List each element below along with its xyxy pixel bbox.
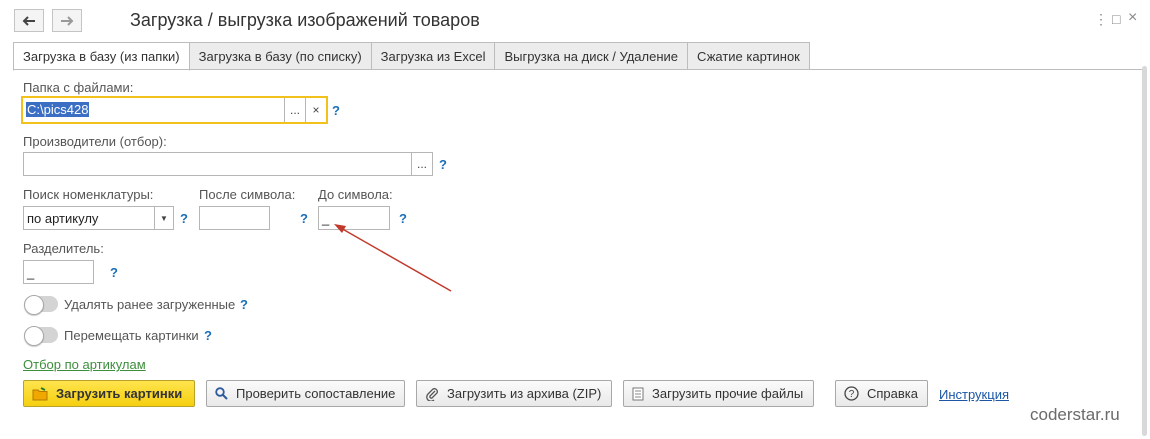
help-button[interactable]: ? Справка xyxy=(835,380,928,407)
load-other-files-button[interactable]: Загрузить прочие файлы xyxy=(623,380,814,407)
maximize-icon[interactable]: □ xyxy=(1112,11,1120,27)
help-label: Справка xyxy=(867,386,918,401)
instruction-link[interactable]: Инструкция xyxy=(939,387,1009,402)
window-title: Загрузка / выгрузка изображений товаров xyxy=(130,10,480,30)
load-other-files-label: Загрузить прочие файлы xyxy=(652,386,804,401)
load-zip-button[interactable]: Загрузить из архива (ZIP) xyxy=(416,380,612,407)
manufacturers-browse-button[interactable]: ... xyxy=(411,153,432,175)
tab-export-delete[interactable]: Выгрузка на диск / Удаление xyxy=(495,42,689,70)
load-zip-label: Загрузить из архива (ZIP) xyxy=(447,386,602,401)
separator-label: Разделитель: xyxy=(23,241,104,256)
tab-load-from-excel[interactable]: Загрузка из Excel xyxy=(371,42,496,70)
filter-by-sku-link[interactable]: Отбор по артикулам xyxy=(23,357,146,372)
after-symbol-label: После символа: xyxy=(199,187,296,202)
tab-load-by-list[interactable]: Загрузка в базу (по списку) xyxy=(189,42,372,70)
back-button[interactable] xyxy=(14,9,44,32)
vertical-scrollbar[interactable] xyxy=(1142,66,1147,436)
delete-previous-toggle[interactable] xyxy=(24,295,58,315)
search-icon xyxy=(215,387,228,400)
before-symbol-label: До символа: xyxy=(318,187,393,202)
chevron-down-icon[interactable]: ▼ xyxy=(154,207,173,229)
load-images-label: Загрузить картинки xyxy=(56,386,183,401)
folder-browse-button[interactable]: ... xyxy=(284,98,305,122)
separator-help-icon[interactable]: ? xyxy=(110,265,118,280)
before-symbol-field[interactable]: _ xyxy=(318,206,390,230)
forward-button[interactable] xyxy=(52,9,82,32)
load-images-button[interactable]: Загрузить картинки xyxy=(23,380,195,407)
move-images-toggle[interactable] xyxy=(24,326,58,346)
delete-previous-label: Удалять ранее загруженные xyxy=(64,297,236,312)
more-menu-icon[interactable]: ⋮ xyxy=(1094,11,1108,28)
search-select[interactable]: по артикулу ▼ xyxy=(23,206,174,230)
folder-label: Папка с файлами: xyxy=(23,80,134,95)
search-value: по артикулу xyxy=(27,211,99,226)
folder-help-icon[interactable]: ? xyxy=(332,103,340,118)
folder-icon xyxy=(32,386,48,400)
before-symbol-help-icon[interactable]: ? xyxy=(399,211,407,226)
folder-clear-button[interactable]: × xyxy=(305,98,326,122)
check-mapping-button[interactable]: Проверить сопоставление xyxy=(206,380,405,407)
after-symbol-help-icon[interactable]: ? xyxy=(300,211,308,226)
folder-field[interactable]: C:\pics428 ... × xyxy=(21,96,328,124)
paperclip-icon xyxy=(426,387,438,401)
manufacturers-label: Производители (отбор): xyxy=(23,134,167,149)
folder-value: C:\pics428 xyxy=(26,102,90,117)
tab-panel-border xyxy=(13,69,1142,70)
move-images-label: Перемещать картинки xyxy=(64,328,199,343)
manufacturers-help-icon[interactable]: ? xyxy=(439,157,447,172)
manufacturers-field[interactable]: ... xyxy=(23,152,433,176)
separator-field[interactable]: _ xyxy=(23,260,94,284)
move-images-help-icon[interactable]: ? xyxy=(204,328,212,343)
forward-arrow-icon xyxy=(61,15,74,26)
tab-bar: Загрузка в базу (из папки) Загрузка в ба… xyxy=(13,42,810,71)
back-arrow-icon xyxy=(22,15,35,26)
after-symbol-field[interactable] xyxy=(199,206,270,230)
tab-load-from-folder[interactable]: Загрузка в базу (из папки) xyxy=(13,42,190,71)
close-icon[interactable]: × xyxy=(1128,9,1137,27)
check-mapping-label: Проверить сопоставление xyxy=(236,386,396,401)
document-icon xyxy=(632,387,644,400)
search-label: Поиск номенклатуры: xyxy=(23,187,154,202)
watermark: coderstar.ru xyxy=(1030,405,1120,424)
svg-text:?: ? xyxy=(849,389,855,400)
tab-compress-images[interactable]: Сжатие картинок xyxy=(688,42,810,70)
delete-previous-help-icon[interactable]: ? xyxy=(240,297,248,312)
help-circle-icon: ? xyxy=(844,386,859,401)
search-help-icon[interactable]: ? xyxy=(180,211,188,226)
